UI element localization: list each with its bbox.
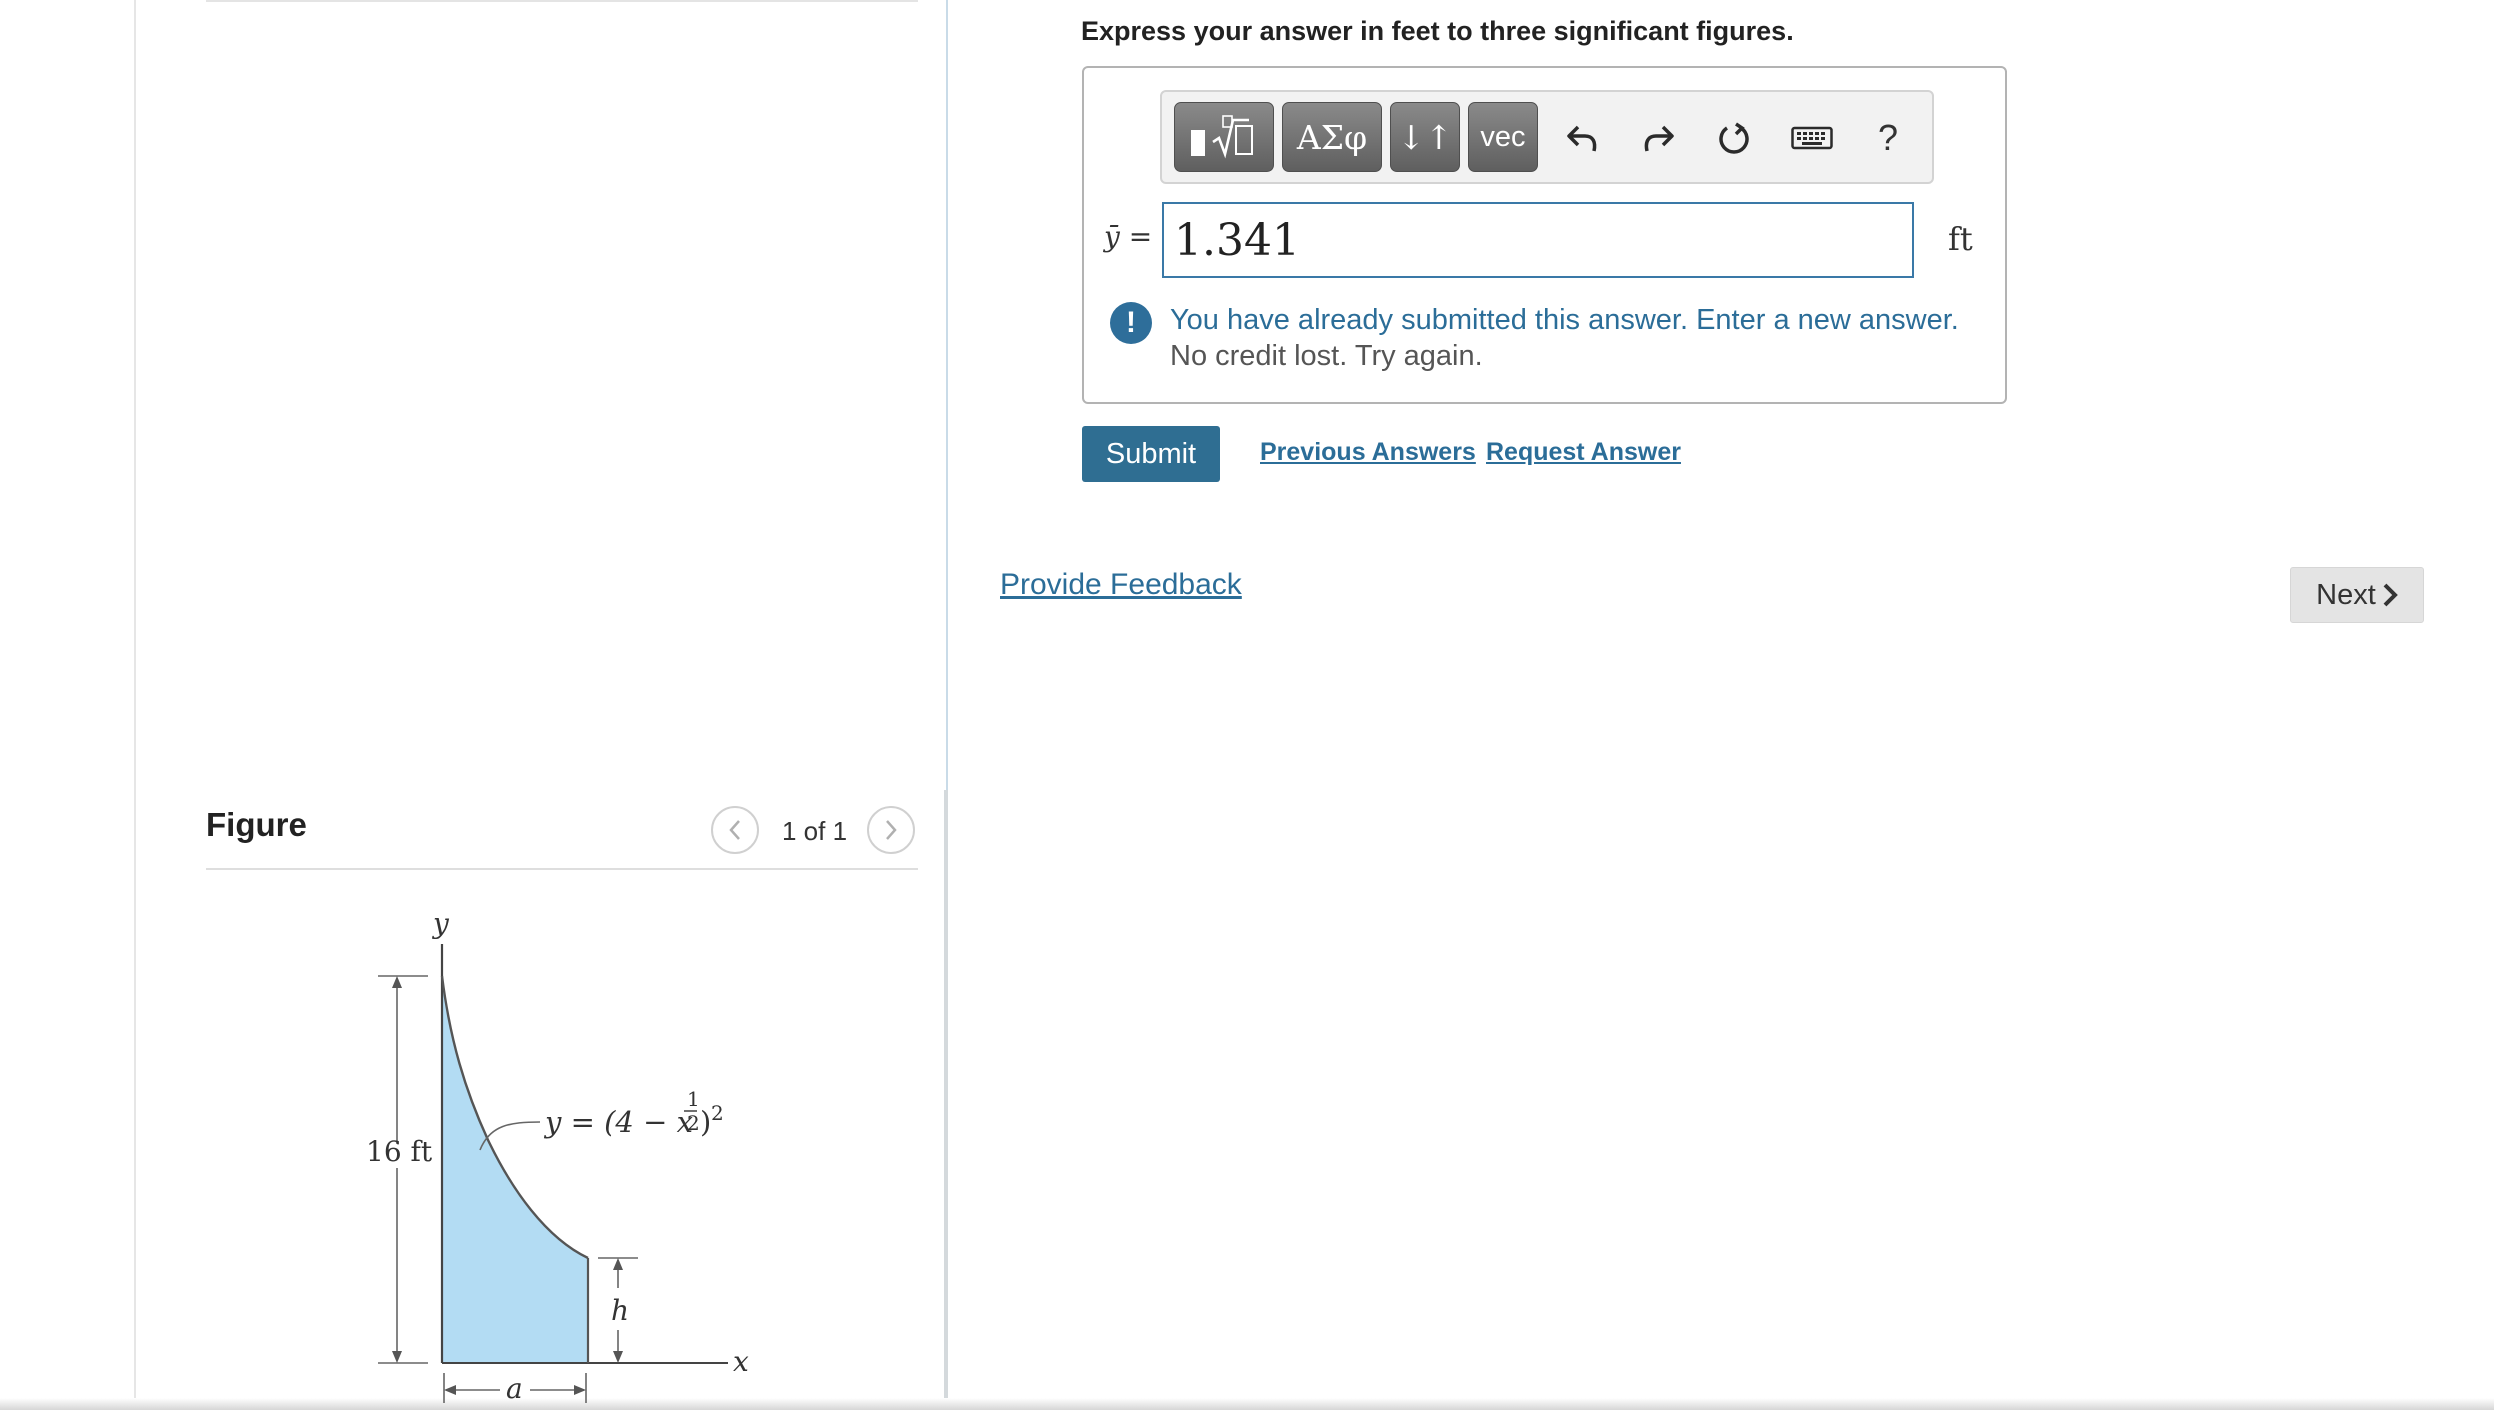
answer-unit: ft: [1948, 220, 1973, 258]
figure-diagram: y x 16 ft y = (4 − x 1 2 ) 2 h a: [366, 907, 749, 1405]
exclamation-icon: !: [1110, 302, 1152, 344]
vec-button[interactable]: vec: [1468, 102, 1538, 172]
alert-message: You have already submitted this answer. …: [1170, 304, 1959, 336]
next-label: Next: [2316, 578, 2376, 611]
alert-detail: No credit lost. Try again.: [1170, 340, 1483, 372]
left-pane-top-rule: [206, 0, 918, 2]
curve-equation-rhs: ): [700, 1105, 711, 1139]
undo-icon: [1567, 125, 1597, 152]
arrows-button[interactable]: ↓↑: [1390, 102, 1460, 172]
a-arrow-left: [444, 1385, 456, 1395]
left-margin-rule: [134, 0, 136, 1410]
chevron-right-icon: [886, 820, 897, 840]
reset-button[interactable]: [1706, 110, 1762, 166]
templates-button[interactable]: [1174, 102, 1274, 172]
height-label: 16 ft: [366, 1135, 433, 1168]
math-toolbar: ΑΣφ ↓↑ vec ?: [1160, 90, 1934, 184]
y-axis-label: y: [431, 907, 450, 940]
h-arrow-top: [613, 1258, 623, 1270]
reset-icon: [1719, 122, 1749, 154]
next-button[interactable]: Next: [2290, 567, 2424, 623]
vec-label: vec: [1480, 120, 1526, 153]
curve-equation-lhs: y = (4 − x: [543, 1105, 693, 1139]
previous-answers-link[interactable]: Previous Answers: [1260, 438, 1476, 467]
figure-next-button[interactable]: [867, 806, 915, 854]
greek-symbols-button[interactable]: ΑΣφ: [1282, 102, 1382, 172]
arrows-label: ↓↑: [1397, 117, 1453, 157]
figure-title: Figure: [206, 806, 307, 843]
figure-header-rule: [206, 868, 918, 870]
greek-symbols-label: ΑΣφ: [1296, 117, 1368, 157]
chevron-right-icon: [2383, 583, 2398, 607]
height-arrow-bottom: [392, 1351, 402, 1363]
answer-input[interactable]: [1162, 202, 1914, 278]
a-arrow-right: [574, 1385, 586, 1395]
h-arrow-bottom: [613, 1351, 623, 1363]
answer-variable-label: ȳ =: [1104, 220, 1152, 253]
help-button[interactable]: ?: [1860, 110, 1916, 166]
x-axis-label: x: [733, 1345, 749, 1378]
undo-button[interactable]: [1555, 110, 1611, 166]
h-label: h: [611, 1294, 629, 1327]
redo-icon: [1644, 125, 1674, 152]
figure-prev-button[interactable]: [711, 806, 759, 854]
pane-divider: [946, 0, 948, 790]
help-label: ?: [1877, 117, 1899, 158]
figure-pager: 1 of 1: [782, 816, 848, 846]
submit-button[interactable]: Submit: [1082, 426, 1220, 482]
shaded-area: [442, 976, 588, 1363]
redo-button[interactable]: [1630, 110, 1686, 166]
pane-divider-lower: [944, 790, 948, 1410]
a-label: a: [506, 1372, 523, 1405]
curve-equation-exp-den: 2: [687, 1111, 700, 1135]
keyboard-button[interactable]: [1784, 110, 1840, 166]
question-instructions: Express your answer in feet to three sig…: [1081, 16, 1794, 46]
request-answer-link[interactable]: Request Answer: [1486, 438, 1681, 467]
provide-feedback-link[interactable]: Provide Feedback: [1000, 568, 1242, 602]
chevron-left-icon: [729, 820, 740, 840]
height-arrow-top: [392, 976, 402, 988]
y-bar-symbol: ȳ: [1104, 220, 1120, 253]
equals-sign: =: [1128, 220, 1153, 253]
curve-equation-exp-num: 1: [687, 1087, 700, 1111]
curve-equation-outer-exp: 2: [711, 1101, 724, 1125]
keyboard-icon: [1791, 126, 1833, 150]
fraction-root-template-icon: [1191, 115, 1253, 159]
